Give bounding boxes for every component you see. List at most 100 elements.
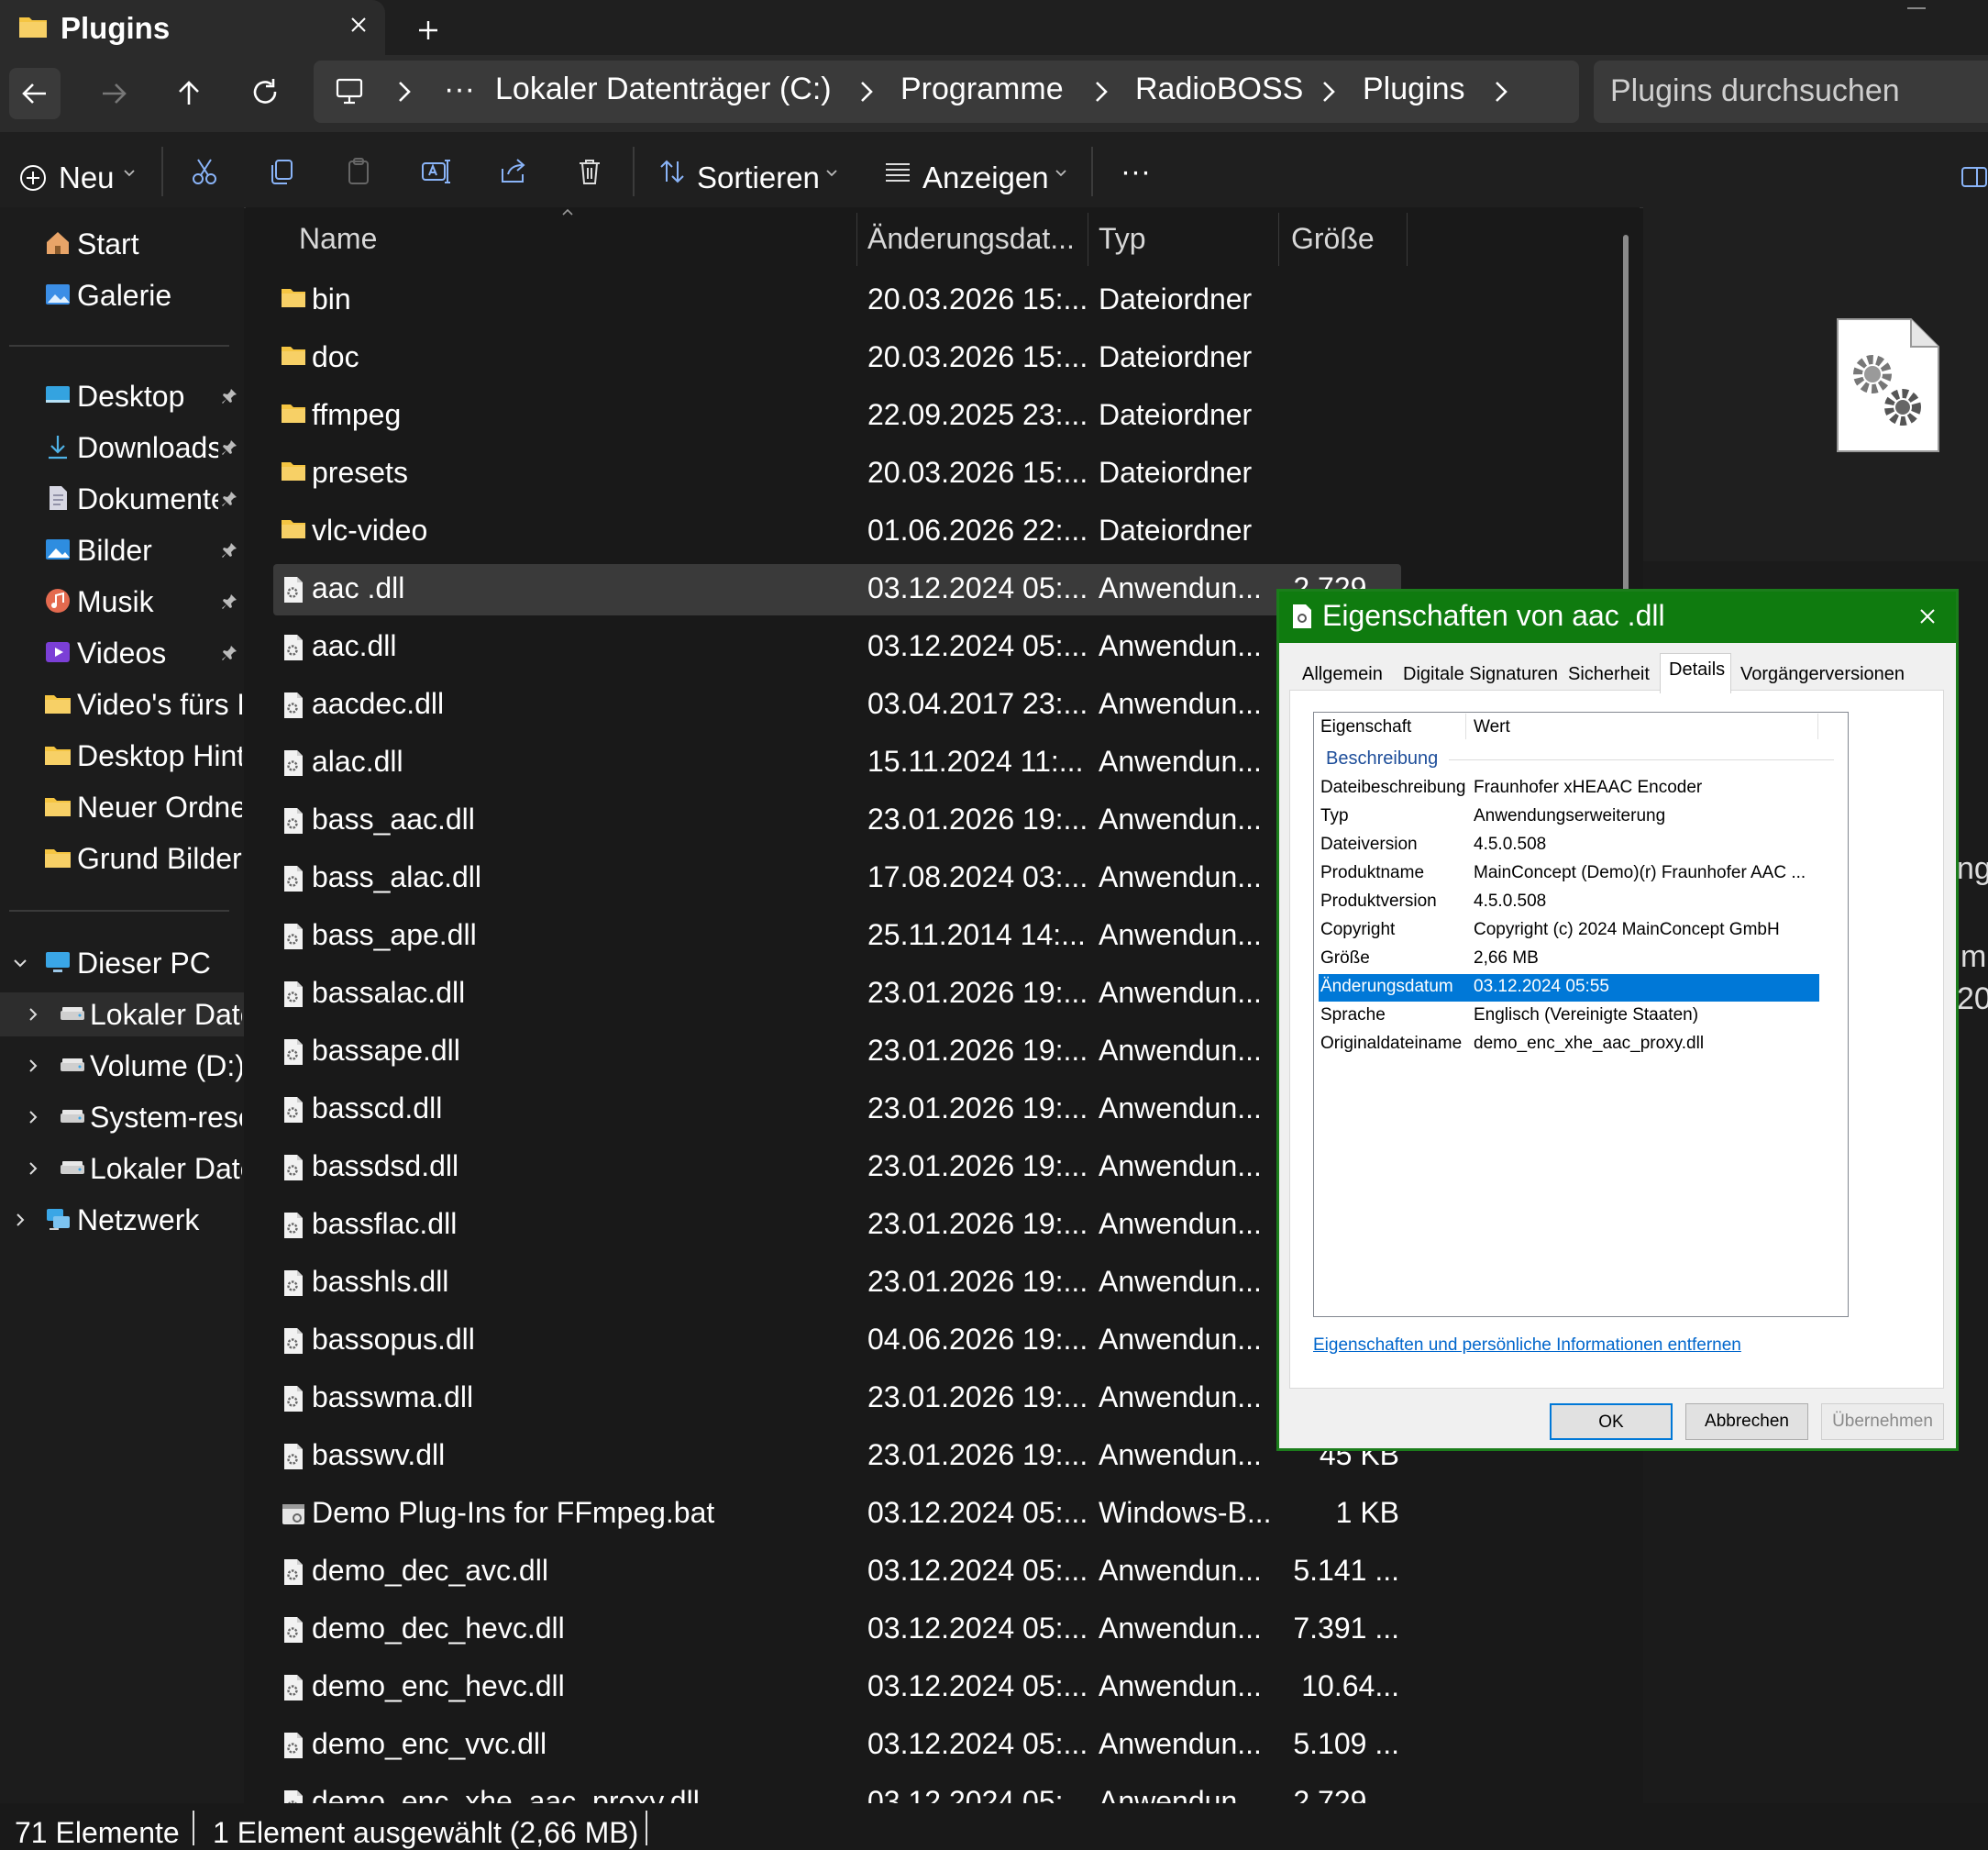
dialog-close-icon[interactable] [1916, 605, 1938, 627]
minimize-icon[interactable] [1907, 7, 1926, 11]
tab-details[interactable]: Details [1660, 653, 1731, 693]
sidebar-item-galerie[interactable]: Galerie [0, 273, 244, 317]
sidebar-item-desktop[interactable]: Desktop [0, 374, 244, 418]
details-pane-icon[interactable] [1960, 165, 1988, 189]
chevron-right-icon[interactable] [24, 1005, 42, 1024]
file-row[interactable]: Demo Plug-Ins for FFmpeg.bat 03.12.2024 0… [273, 1489, 1401, 1540]
remove-properties-link[interactable]: Eigenschaften und persönliche Informatio… [1313, 1335, 1741, 1356]
sidebar-item-lokaler-date-1[interactable]: Lokaler Date [0, 992, 244, 1036]
property-name[interactable]: Typ [1320, 806, 1349, 826]
sidebar-item-netzwerk-5[interactable]: Netzwerk [0, 1198, 244, 1242]
file-row[interactable]: aac.dll 03.12.2024 05:... Anwendun... [273, 622, 1401, 673]
property-name[interactable]: Dateiversion [1320, 835, 1418, 855]
property-column-header[interactable]: Eigenschaft [1320, 717, 1411, 737]
property-value[interactable]: Fraunhofer xHEAAC Encoder [1474, 778, 1702, 798]
file-row[interactable]: bassflac.dll 23.01.2026 19:... Anwendun... [273, 1200, 1401, 1251]
property-name[interactable]: Dateibeschreibung [1320, 778, 1465, 798]
column-header-size[interactable]: Größe [1291, 222, 1375, 256]
cancel-button[interactable]: Abbrechen [1685, 1403, 1808, 1440]
tab-digitale-signaturen[interactable]: Digitale Signaturen [1396, 659, 1561, 692]
sidebar-item-musik[interactable]: Musik [0, 580, 244, 624]
property-value[interactable]: MainConcept (Demo)(r) Fraunhofer AAC ... [1474, 863, 1806, 883]
sidebar-item-videos[interactable]: Videos [0, 631, 244, 675]
chevron-right-icon[interactable] [1319, 79, 1339, 105]
view-button[interactable]: Anzeigen [922, 161, 1049, 195]
tab-sicherheit[interactable]: Sicherheit [1561, 659, 1660, 692]
property-value[interactable]: Englisch (Vereinigte Staaten) [1474, 1005, 1698, 1025]
column-header-type[interactable]: Typ [1099, 222, 1146, 256]
refresh-button[interactable] [240, 68, 292, 119]
chevron-right-icon[interactable] [1091, 79, 1111, 105]
breadcrumb-radioboss[interactable]: RadioBOSS [1135, 72, 1303, 107]
sidebar-item-neuer-ordne[interactable]: Neuer Ordne [0, 785, 244, 829]
file-row[interactable]: aacdec.dll 03.04.2017 23:... Anwendun... [273, 680, 1401, 731]
property-name[interactable]: Produktname [1320, 863, 1424, 883]
copy-icon[interactable] [266, 156, 297, 187]
file-row[interactable]: basswv.dll 23.01.2026 19:... Anwendun... 45… [273, 1431, 1401, 1482]
file-row[interactable]: demo_dec_avc.dll 03.12.2024 05:... Anwendu… [273, 1546, 1401, 1598]
sidebar-item-system-rese-3[interactable]: System-rese [0, 1095, 244, 1139]
property-name[interactable]: Größe [1320, 948, 1370, 969]
chevron-right-icon[interactable] [1491, 79, 1511, 105]
close-tab-icon[interactable] [345, 11, 372, 39]
new-tab-button[interactable] [413, 15, 444, 46]
sidebar-item-start[interactable]: Start [0, 222, 244, 266]
rename-icon[interactable] [420, 156, 451, 187]
back-button[interactable] [9, 68, 61, 119]
property-value[interactable]: demo_enc_xhe_aac_proxy.dll [1474, 1034, 1704, 1054]
value-column-header[interactable]: Wert [1474, 717, 1510, 737]
file-row[interactable]: bassape.dll 23.01.2026 19:... Anwendun... [273, 1026, 1401, 1078]
sort-button[interactable]: Sortieren [697, 161, 820, 195]
tab-vorgaengerversionen[interactable]: Vorgängerversionen [1733, 659, 1916, 692]
file-row[interactable]: bassalac.dll 23.01.2026 19:... Anwendun... [273, 969, 1401, 1020]
file-row[interactable]: vlc-video 01.06.2026 22:... Dateiordner [273, 506, 1401, 558]
chevron-right-icon[interactable] [394, 79, 414, 105]
file-row[interactable]: bass_aac.dll 23.01.2026 19:... Anwendun... [273, 795, 1401, 847]
file-row[interactable]: ffmpeg 22.09.2025 23:... Dateiordner [273, 391, 1401, 442]
sidebar-item-grund-bilder[interactable]: Grund Bilder [0, 836, 244, 881]
cut-icon[interactable] [189, 156, 220, 187]
breadcrumb-drive-c[interactable]: Lokaler Datenträger (C:) [495, 72, 832, 107]
property-name[interactable]: Produktversion [1320, 892, 1437, 912]
property-name[interactable]: Änderungsdatum [1320, 977, 1453, 997]
more-options-button[interactable]: ··· [1121, 154, 1151, 189]
file-row[interactable]: aac .dll 03.12.2024 05:... Anwendun... 2.72… [273, 564, 1401, 615]
new-button[interactable]: Neu [59, 161, 115, 195]
property-name[interactable]: Originaldateiname [1320, 1034, 1462, 1054]
sidebar-item-dokumente[interactable]: Dokumente [0, 477, 244, 521]
up-button[interactable] [163, 68, 215, 119]
paste-icon[interactable] [343, 156, 374, 187]
column-header-name[interactable]: Name [299, 222, 377, 256]
file-row[interactable]: demo_enc_vvc.dll 03.12.2024 05:... Anwendu… [273, 1720, 1401, 1771]
chevron-right-icon[interactable] [24, 1057, 42, 1075]
property-value[interactable]: 03.12.2024 05:55 [1474, 977, 1609, 997]
file-row[interactable]: bass_alac.dll 17.08.2024 03:... Anwendun..… [273, 853, 1401, 904]
file-row[interactable]: demo_dec_hevc.dll 03.12.2024 05:... Anwend… [273, 1604, 1401, 1656]
file-row[interactable]: alac.dll 15.11.2024 11:... Anwendun... [273, 737, 1401, 789]
breadcrumb-programme[interactable]: Programme [900, 72, 1064, 107]
breadcrumb-more[interactable]: ··· [444, 72, 475, 107]
delete-icon[interactable] [574, 156, 605, 187]
property-value[interactable]: 4.5.0.508 [1474, 892, 1546, 912]
property-name[interactable]: Copyright [1320, 920, 1395, 940]
property-name[interactable]: Sprache [1320, 1005, 1386, 1025]
file-row[interactable]: basswma.dll 23.01.2026 19:... Anwendun... [273, 1373, 1401, 1424]
sidebar-item-bilder[interactable]: Bilder [0, 528, 244, 572]
column-header-date[interactable]: Änderungsdat... [867, 222, 1075, 256]
file-row[interactable]: bin 20.03.2026 15:... Dateiordner [273, 275, 1401, 327]
chevron-right-icon[interactable] [11, 1211, 29, 1229]
apply-button[interactable]: Übernehmen [1821, 1403, 1944, 1440]
chevron-right-icon[interactable] [24, 1108, 42, 1126]
file-row[interactable]: bassdsd.dll 23.01.2026 19:... Anwendun... [273, 1142, 1401, 1193]
property-value[interactable]: Copyright (c) 2024 MainConcept GmbH [1474, 920, 1780, 940]
sidebar-item-video-s-f-rs-r[interactable]: Video's fürs R [0, 682, 244, 726]
tab-allgemein[interactable]: Allgemein [1295, 659, 1396, 692]
chevron-right-icon[interactable] [24, 1159, 42, 1178]
sidebar-item-lokaler-date-4[interactable]: Lokaler Date [0, 1147, 244, 1191]
file-row[interactable]: doc 20.03.2026 15:... Dateiordner [273, 333, 1401, 384]
sidebar-item-volume-d-2[interactable]: Volume (D:) [0, 1044, 244, 1088]
file-row[interactable]: bassopus.dll 04.06.2026 19:... Anwendun... [273, 1315, 1401, 1367]
file-row[interactable]: basscd.dll 23.01.2026 19:... Anwendun... [273, 1084, 1401, 1135]
share-icon[interactable] [497, 156, 528, 187]
chevron-down-icon[interactable] [11, 954, 29, 972]
